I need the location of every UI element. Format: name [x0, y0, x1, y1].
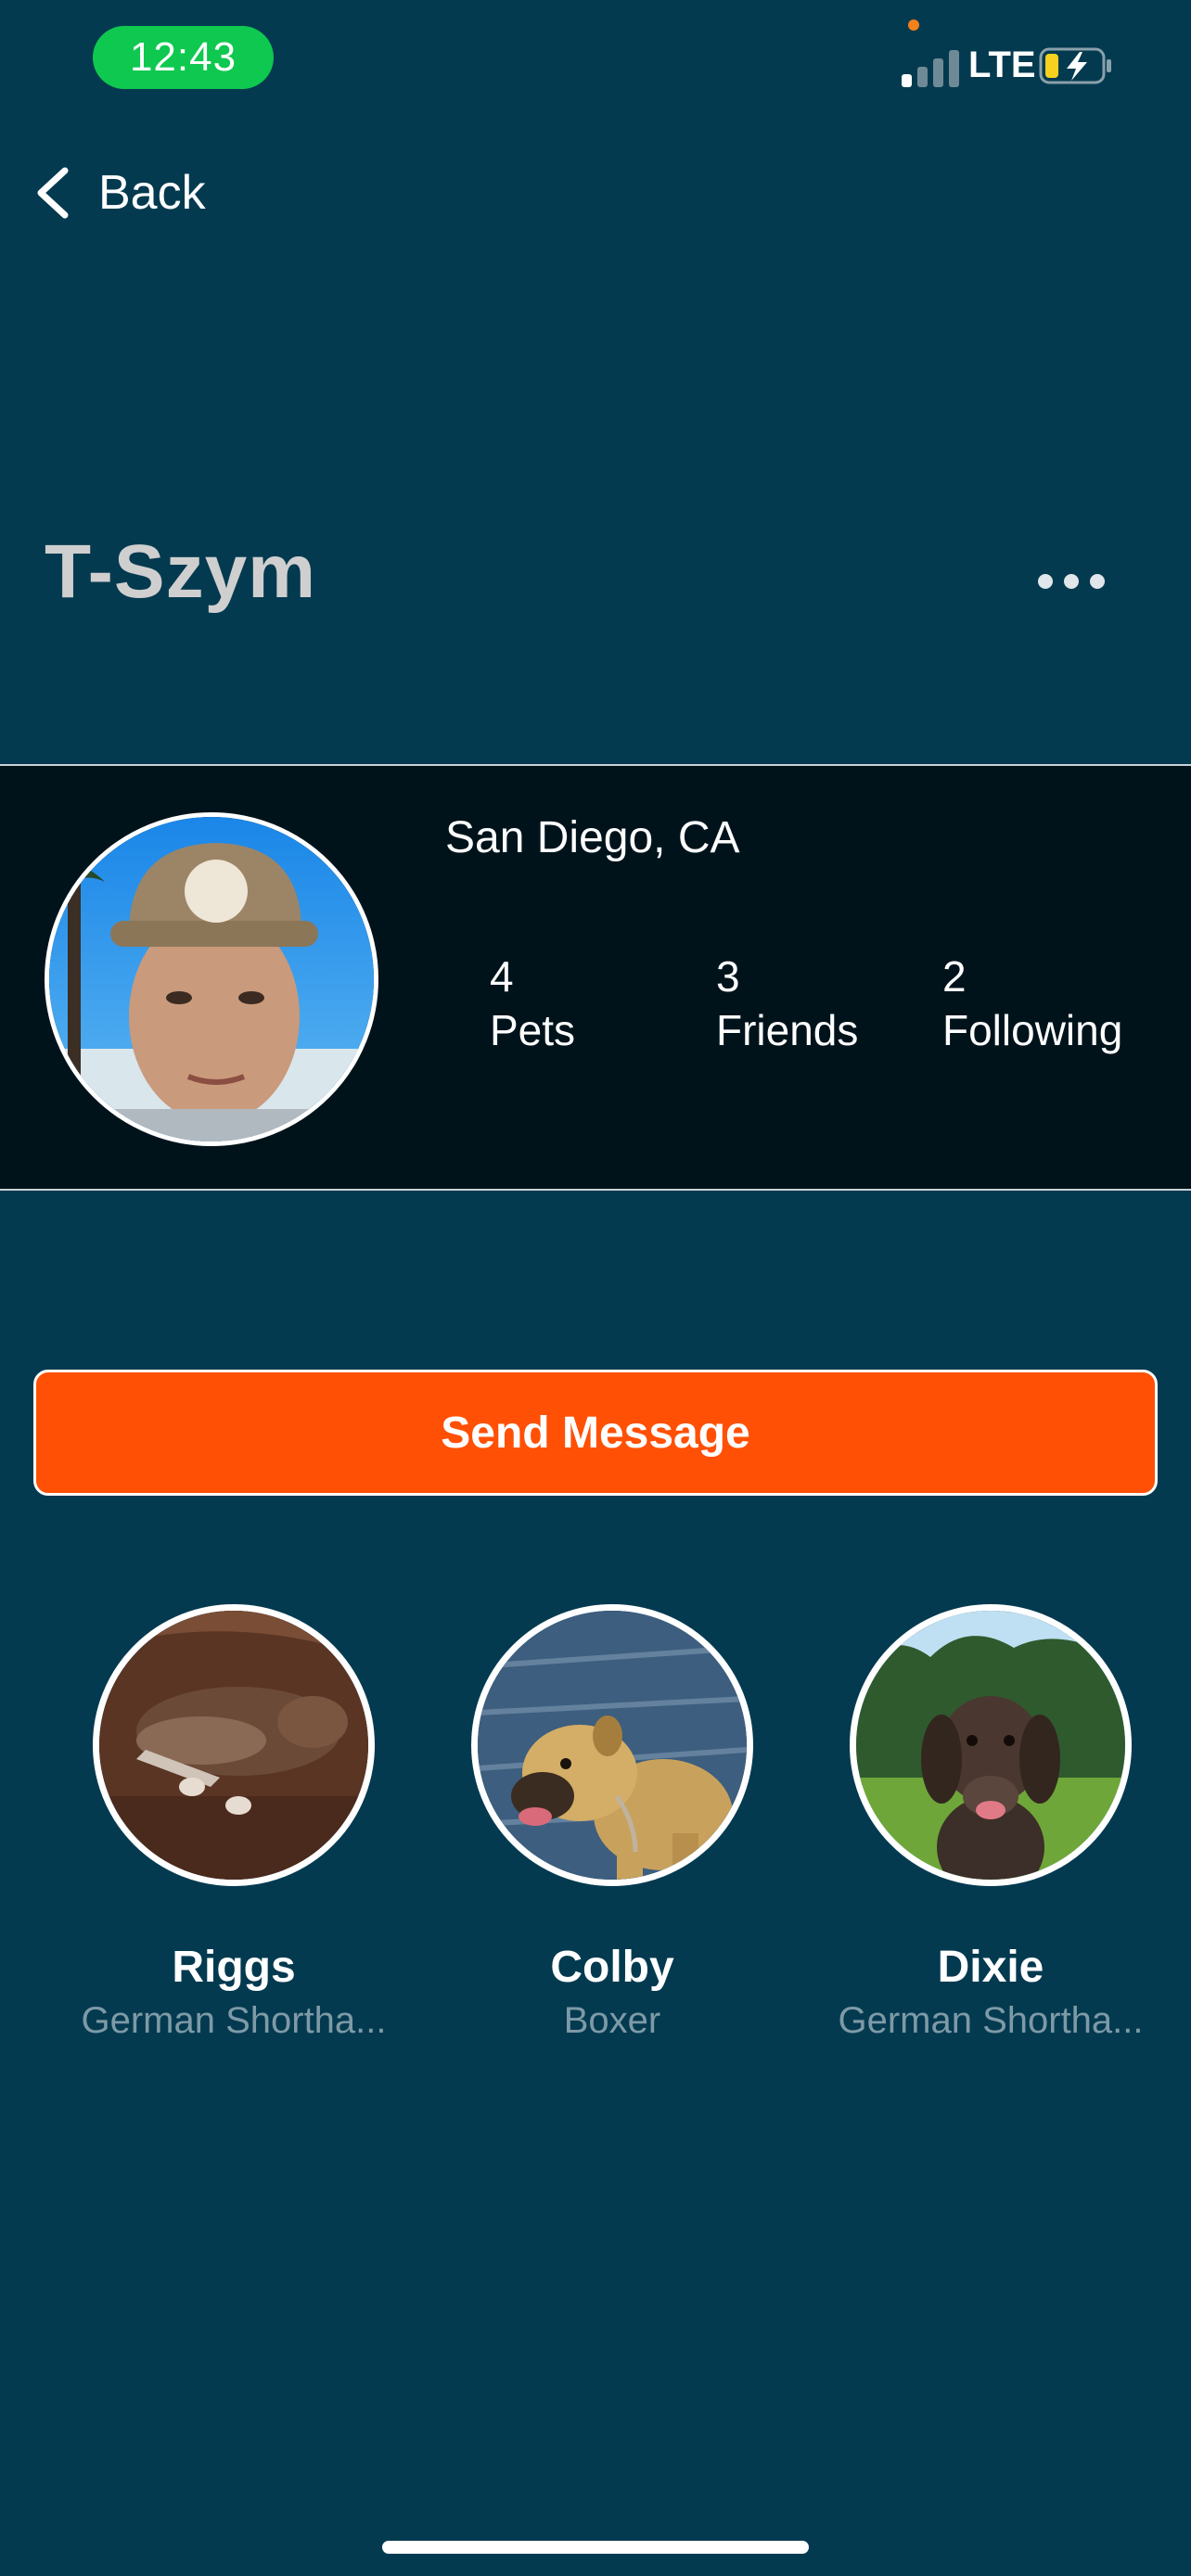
pet-name: Dixie — [937, 1943, 1044, 1992]
pet-photo — [93, 1604, 375, 1886]
back-button[interactable]: Back — [33, 159, 206, 226]
profile-username: T-Szym — [45, 529, 317, 614]
stat-following[interactable]: 2 Following — [942, 950, 1122, 1057]
more-options-button[interactable] — [1037, 567, 1106, 595]
chevron-left-icon — [37, 167, 69, 219]
battery-charging-icon — [1039, 47, 1111, 84]
pet-card-dixie[interactable]: Dixie German Shortha... — [805, 1604, 1176, 2042]
pet-card-colby[interactable]: Colby Boxer — [427, 1604, 798, 2042]
back-label: Back — [98, 166, 206, 220]
stat-friends[interactable]: 3 Friends — [716, 950, 858, 1057]
avatar[interactable] — [45, 812, 378, 1146]
pet-photo — [850, 1604, 1132, 1886]
stat-pets[interactable]: 4 Pets — [490, 950, 575, 1057]
home-indicator[interactable] — [382, 2541, 809, 2554]
send-message-button[interactable]: Send Message — [33, 1370, 1158, 1496]
stat-label: Friends — [716, 1006, 859, 1054]
stat-value: 3 — [716, 952, 740, 1001]
profile-location: San Diego, CA — [445, 813, 740, 862]
pet-breed: Boxer — [563, 2000, 661, 2041]
pet-name: Colby — [550, 1943, 674, 1992]
profile-screen: 12:43 LTE Back T-Szym San Diego, CA 4 Pe… — [0, 0, 1191, 2576]
cellular-signal-icon — [902, 48, 959, 87]
pet-card-riggs[interactable]: Riggs German Shortha... — [48, 1604, 419, 2042]
pet-photo — [471, 1604, 753, 1886]
status-time: 12:43 — [93, 26, 274, 89]
network-type: LTE — [968, 45, 1036, 85]
pet-breed: German Shortha... — [81, 2000, 387, 2041]
pet-breed: German Shortha... — [838, 2000, 1144, 2041]
stat-value: 4 — [490, 952, 514, 1001]
stat-label: Following — [942, 1006, 1123, 1054]
privacy-indicator-dot — [908, 19, 919, 31]
stat-label: Pets — [490, 1006, 576, 1054]
pet-name: Riggs — [172, 1943, 296, 1992]
stat-value: 2 — [942, 952, 967, 1001]
